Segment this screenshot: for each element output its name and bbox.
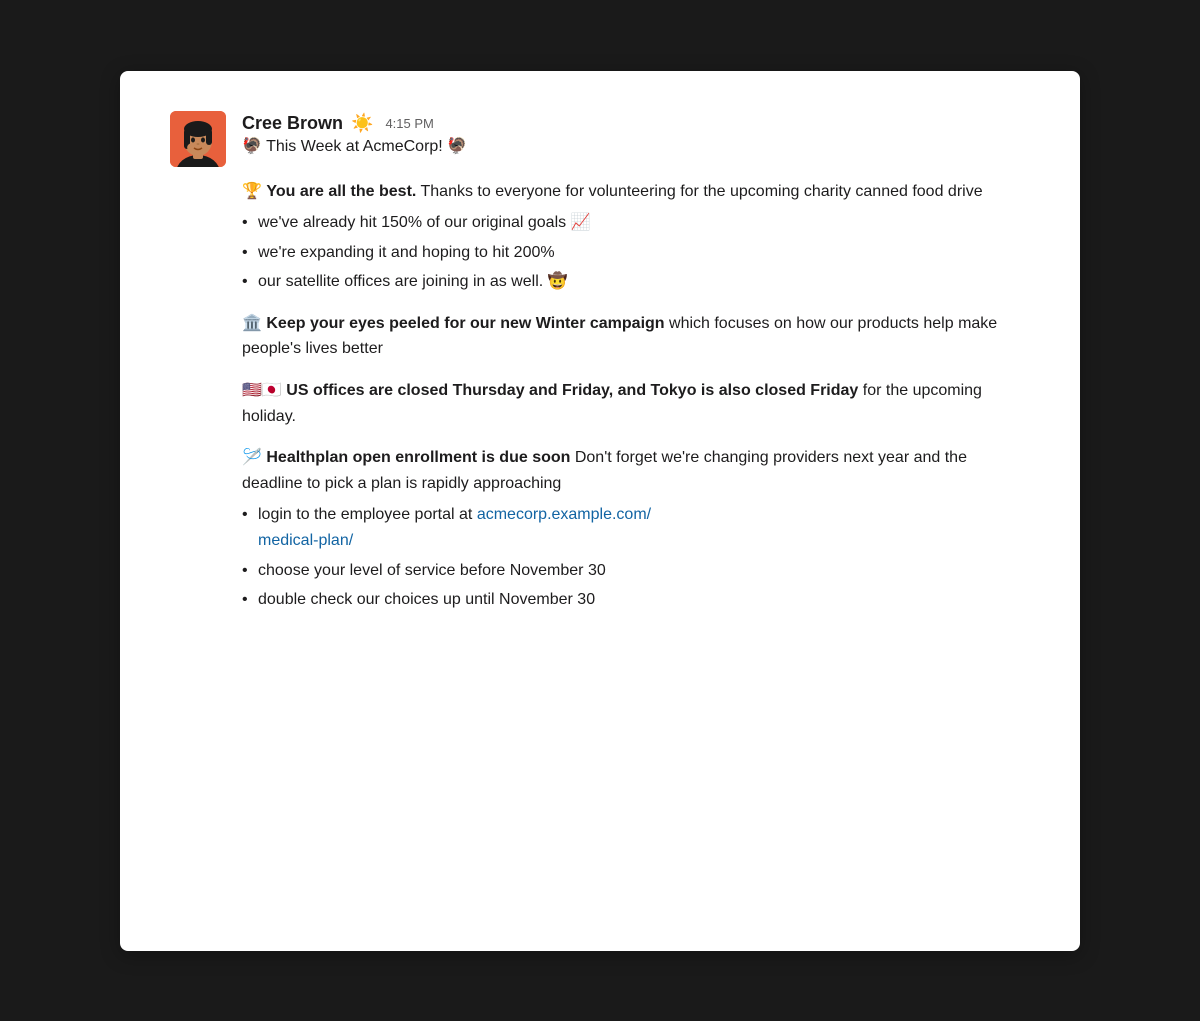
charity-bullets: we've already hit 150% of our original g…	[242, 210, 1030, 295]
healthplan-emoji: 🪡	[242, 449, 266, 466]
subject-line: 🦃 This Week at AcmeCorp! 🦃	[242, 136, 467, 156]
healthplan-bold: Healthplan open enrollment is due soon	[266, 449, 570, 466]
list-item: double check our choices up until Novemb…	[242, 587, 1030, 613]
winter-bold: Keep your eyes peeled for our new Winter…	[266, 315, 664, 332]
healthplan-intro: 🪡 Healthplan open enrollment is due soon…	[242, 445, 1030, 496]
winter-emoji: 🏛️	[242, 315, 266, 332]
section-winter: 🏛️ Keep your eyes peeled for our new Win…	[242, 311, 1030, 362]
list-item: we're expanding it and hoping to hit 200…	[242, 240, 1030, 266]
header-meta: Cree Brown ☀️ 4:15 PM 🦃 This Week at Acm…	[242, 111, 467, 156]
charity-text: Thanks to everyone for volunteering for …	[416, 183, 982, 200]
section-offices: 🇺🇸🇯🇵 US offices are closed Thursday and …	[242, 378, 1030, 429]
section-charity: 🏆 You are all the best. Thanks to everyo…	[242, 179, 1030, 295]
portal-link[interactable]: acmecorp.example.com/medical-plan/	[258, 506, 651, 549]
section-healthplan: 🪡 Healthplan open enrollment is due soon…	[242, 445, 1030, 613]
message-header: Cree Brown ☀️ 4:15 PM 🦃 This Week at Acm…	[170, 111, 1030, 167]
list-item: our satellite offices are joining in as …	[242, 269, 1030, 295]
charity-intro: 🏆 You are all the best. Thanks to everyo…	[242, 179, 1030, 205]
name-row: Cree Brown ☀️ 4:15 PM	[242, 113, 467, 134]
list-item: choose your level of service before Nove…	[242, 558, 1030, 584]
timestamp: 4:15 PM	[385, 116, 433, 131]
offices-bold: US offices are closed Thursday and Frida…	[286, 382, 858, 399]
message-card: Cree Brown ☀️ 4:15 PM 🦃 This Week at Acm…	[120, 71, 1080, 951]
charity-bold: You are all the best.	[266, 183, 416, 200]
charity-emoji: 🏆	[242, 183, 266, 200]
offices-emoji: 🇺🇸🇯🇵	[242, 382, 286, 399]
avatar	[170, 111, 226, 167]
status-emoji: ☀️	[351, 113, 373, 134]
message-body: 🏆 You are all the best. Thanks to everyo…	[242, 179, 1030, 613]
list-item: we've already hit 150% of our original g…	[242, 210, 1030, 236]
healthplan-bullets: login to the employee portal at acmecorp…	[242, 502, 1030, 612]
list-item: login to the employee portal at acmecorp…	[242, 502, 1030, 553]
winter-intro: 🏛️ Keep your eyes peeled for our new Win…	[242, 311, 1030, 362]
username: Cree Brown	[242, 113, 343, 134]
offices-intro: 🇺🇸🇯🇵 US offices are closed Thursday and …	[242, 378, 1030, 429]
